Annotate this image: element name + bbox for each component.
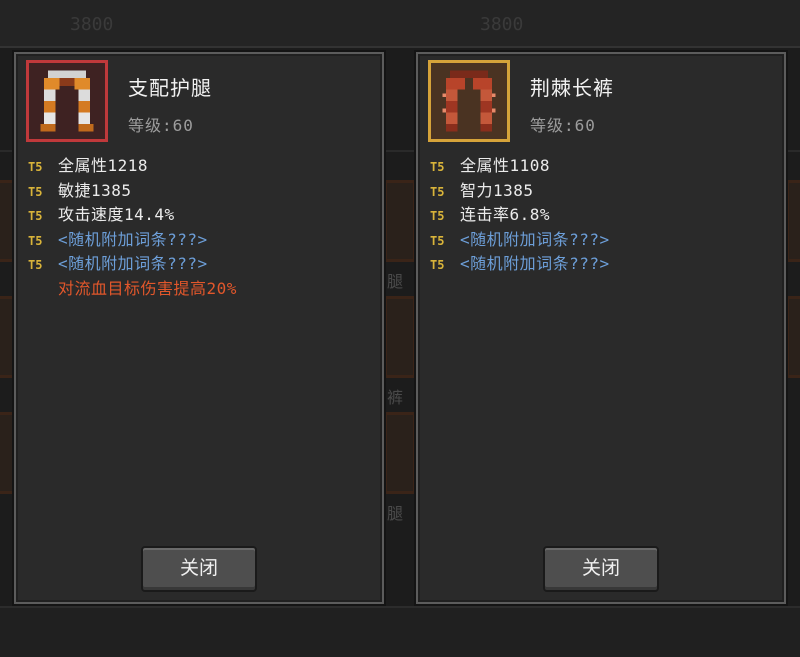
random-affix-text: <随机附加词条???> xyxy=(460,229,610,249)
random-affix-text: <随机附加词条???> xyxy=(58,254,208,274)
stat-row: T5 智力1385 xyxy=(430,179,770,204)
background-coin-count: 3800 xyxy=(70,14,114,35)
stat-row: 对流血目标伤害提高20% xyxy=(28,277,368,302)
stat-row: T5 全属性1108 xyxy=(430,154,770,179)
random-affix-text: <随机附加词条???> xyxy=(58,229,208,249)
background-coin-count: 3800 xyxy=(480,14,524,35)
stat-row: T5 连击率6.8% xyxy=(430,203,770,228)
stat-list: T5 全属性1218 T5 敏捷1385 T5 攻击速度14.4% T5 <随机附加词条… xyxy=(28,154,368,302)
thorn-pants-icon xyxy=(442,70,496,132)
stat-row: T5 攻击速度14.4% xyxy=(28,203,368,228)
item-level: 等级:60 xyxy=(530,116,596,135)
background-slot-label: 腿 xyxy=(387,272,404,291)
stat-text: 攻击速度14.4% xyxy=(58,205,175,225)
background-equipment-slot xyxy=(786,296,800,378)
stat-list: T5 全属性1108 T5 智力1385 T5 连击率6.8% T5 <随机附加词条??… xyxy=(430,154,770,277)
item-name: 支配护腿 xyxy=(128,76,212,100)
item-detail-panel-right: 荆棘长裤 等级:60 T5 全属性1108 T5 智力1385 T5 连击率6.8% … xyxy=(416,52,786,604)
tier-badge: T5 xyxy=(430,233,445,248)
background-top-bar: 3800 3800 xyxy=(0,0,800,48)
background-bottom-bar xyxy=(0,606,800,657)
background-equipment-slot xyxy=(384,296,416,378)
stat-text: 敏捷1385 xyxy=(58,180,132,200)
close-button[interactable]: 关闭 xyxy=(141,546,257,592)
item-level: 等级:60 xyxy=(128,116,194,135)
stat-row: T5 <随机附加词条???> xyxy=(430,228,770,253)
random-affix-text: <随机附加词条???> xyxy=(460,254,610,274)
close-button[interactable]: 关闭 xyxy=(543,546,659,592)
background-equipment-slot xyxy=(384,180,416,262)
tier-badge: T5 xyxy=(28,160,43,174)
stat-text: 全属性1108 xyxy=(460,156,551,175)
tier-badge: T5 xyxy=(430,209,445,224)
stat-text: 智力1385 xyxy=(460,180,534,200)
stat-text: 全属性1218 xyxy=(58,156,149,175)
background-equipment-slot xyxy=(786,180,800,262)
item-name: 荆棘长裤 xyxy=(530,76,614,100)
tier-badge: T5 xyxy=(28,233,43,248)
tier-badge: T5 xyxy=(28,209,43,224)
item-detail-panel-left: 支配护腿 等级:60 T5 全属性1218 T5 敏捷1385 T5 攻击速度14.4… xyxy=(14,52,384,604)
stat-text: 连击率6.8% xyxy=(460,205,551,225)
item-thumbnail xyxy=(428,60,510,142)
tier-badge: T5 xyxy=(430,258,445,273)
background-slot-label: 裤 xyxy=(387,388,404,407)
stat-row: T5 全属性1218 xyxy=(28,154,368,179)
tier-badge: T5 xyxy=(28,184,43,199)
special-effect-text: 对流血目标伤害提高20% xyxy=(58,278,237,298)
stat-row: T5 敏捷1385 xyxy=(28,179,368,204)
tier-badge: T5 xyxy=(430,184,445,199)
background-slot-label: 腿 xyxy=(387,504,404,523)
stat-row: T5 <随机附加词条???> xyxy=(430,252,770,277)
background-equipment-slot xyxy=(384,412,416,494)
tier-badge: T5 xyxy=(430,160,445,174)
stat-row: T5 <随机附加词条???> xyxy=(28,228,368,253)
leg-armor-icon xyxy=(40,70,94,132)
item-thumbnail xyxy=(26,60,108,142)
stat-row: T5 <随机附加词条???> xyxy=(28,252,368,277)
tier-badge: T5 xyxy=(28,258,43,273)
